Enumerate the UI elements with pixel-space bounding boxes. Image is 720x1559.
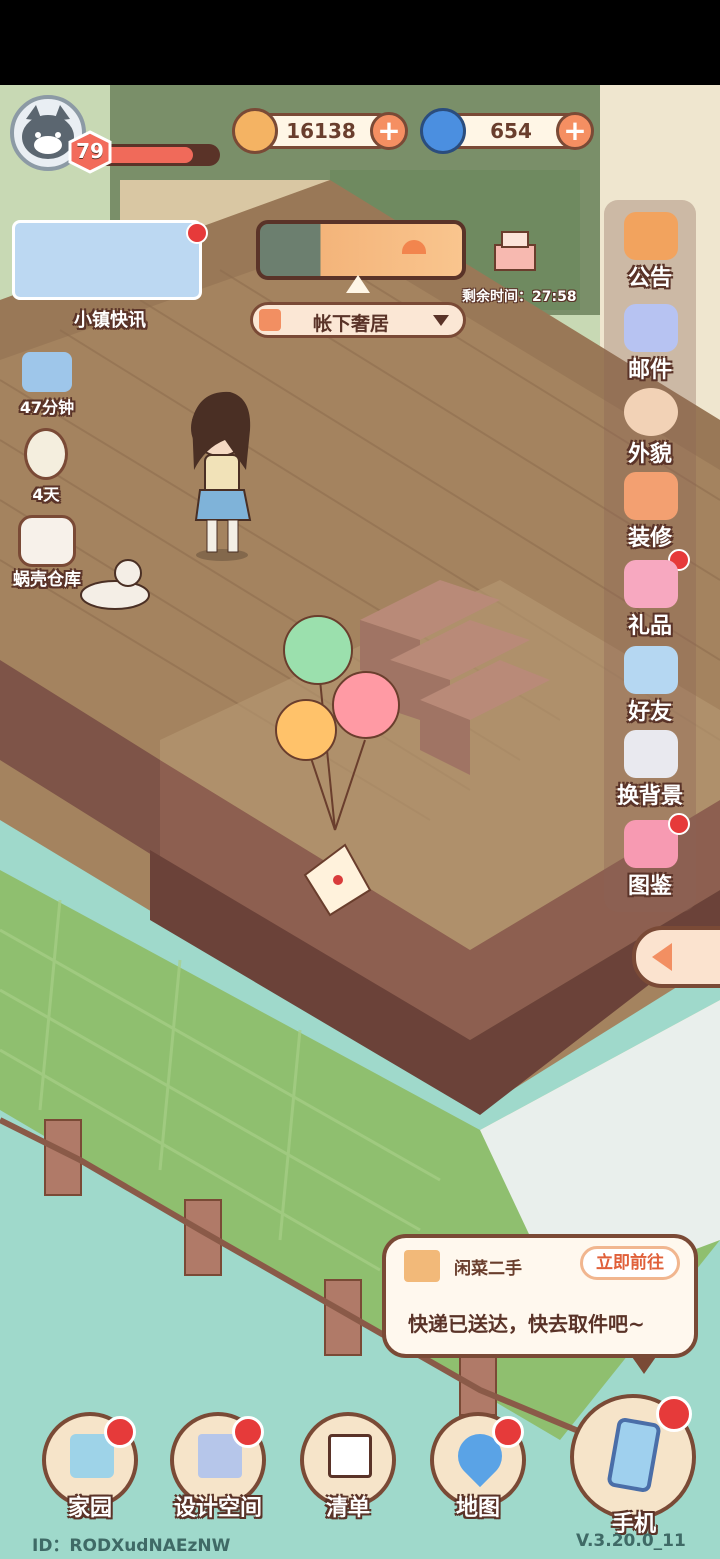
weather-banner[interactable]	[256, 220, 466, 280]
side-item-gifts[interactable]: 礼品	[610, 560, 690, 644]
timed-event-label: 47分钟	[19, 398, 75, 417]
side-item-label: 外貌	[627, 442, 672, 467]
map-badge	[492, 1416, 524, 1448]
home-small-icon	[259, 309, 281, 331]
coin-amount: 16138	[286, 119, 356, 143]
town-news-label: 小镇快讯	[74, 310, 146, 331]
location-name: 帐下奢居	[313, 313, 390, 335]
town-news-button[interactable]	[12, 220, 202, 300]
news-badge	[186, 222, 208, 244]
background-icon	[624, 730, 678, 778]
chevron-down-icon	[433, 315, 449, 326]
shell-currency-icon	[420, 108, 466, 154]
face-icon	[624, 388, 678, 436]
nav-map-label: 地图	[455, 1496, 500, 1521]
side-item-label: 换背景	[616, 784, 683, 809]
gift-icon	[624, 560, 678, 608]
album-badge	[668, 813, 690, 835]
side-item-label: 公告	[627, 266, 672, 291]
egg-event-button[interactable]	[24, 428, 68, 480]
side-item-decorate[interactable]: 装修	[610, 472, 690, 556]
side-item-label: 礼品	[627, 614, 672, 639]
notification-title: 闲菜二手	[454, 1259, 522, 1279]
nav-checklist-label: 清单	[325, 1496, 370, 1521]
add-shells-button[interactable]: +	[556, 112, 594, 150]
exp-bar-fill	[99, 147, 193, 163]
level-badge: 79	[68, 130, 112, 174]
side-item-appearance[interactable]: 外貌	[610, 388, 690, 472]
weather-pointer	[346, 275, 370, 293]
exp-bar	[96, 144, 220, 166]
friends-icon	[624, 646, 678, 694]
side-item-friends[interactable]: 好友	[610, 646, 690, 730]
nav-design-label: 设计空间	[173, 1496, 262, 1521]
side-item-label: 图鉴	[627, 874, 672, 899]
parcel-icon	[404, 1250, 440, 1282]
countdown-text: 剩余时间：27:58	[462, 289, 577, 305]
notification-tail	[630, 1354, 658, 1374]
side-item-label: 邮件	[627, 358, 672, 383]
location-selector[interactable]: 帐下奢居	[250, 302, 466, 338]
timed-event-button[interactable]	[22, 352, 72, 392]
house-wrench-icon	[624, 472, 678, 520]
event-cake-icon[interactable]	[490, 220, 542, 272]
design-badge	[232, 1416, 264, 1448]
side-item-mail[interactable]: 邮件	[610, 304, 690, 388]
mail-icon	[624, 304, 678, 352]
phone-badge	[656, 1396, 692, 1432]
shell-amount: 654	[490, 119, 532, 143]
home-badge	[104, 1416, 136, 1448]
nav-home-label: 家园	[67, 1496, 112, 1521]
go-now-button[interactable]: 立即前往	[580, 1246, 680, 1280]
shell-warehouse-label: 蜗壳仓库	[13, 570, 81, 590]
side-item-label: 装修	[627, 526, 672, 551]
version-label: V.3.20.0_11	[576, 1531, 686, 1551]
megaphone-icon	[624, 212, 678, 260]
phone-icon	[606, 1416, 662, 1494]
shell-warehouse-button[interactable]	[18, 515, 76, 567]
side-item-background[interactable]: 换背景	[610, 730, 690, 814]
player-id: ID：RODXudNAEzNW	[32, 1536, 231, 1556]
side-item-announcement[interactable]: 公告	[610, 212, 690, 296]
level-text: 79	[76, 139, 104, 163]
delivery-notification[interactable]: 闲菜二手 立即前往 快递已送达，快去取件吧~	[382, 1234, 698, 1358]
checklist-icon	[328, 1434, 372, 1478]
sun-icon	[402, 240, 426, 254]
coin-icon	[232, 108, 278, 154]
egg-event-label: 4天	[32, 485, 60, 504]
add-coins-button[interactable]: +	[370, 112, 408, 150]
side-item-label: 好友	[627, 700, 672, 725]
chevron-left-icon	[652, 943, 672, 971]
collapse-menu-button[interactable]	[632, 926, 720, 988]
notification-message: 快递已送达，快去取件吧~	[408, 1312, 645, 1336]
